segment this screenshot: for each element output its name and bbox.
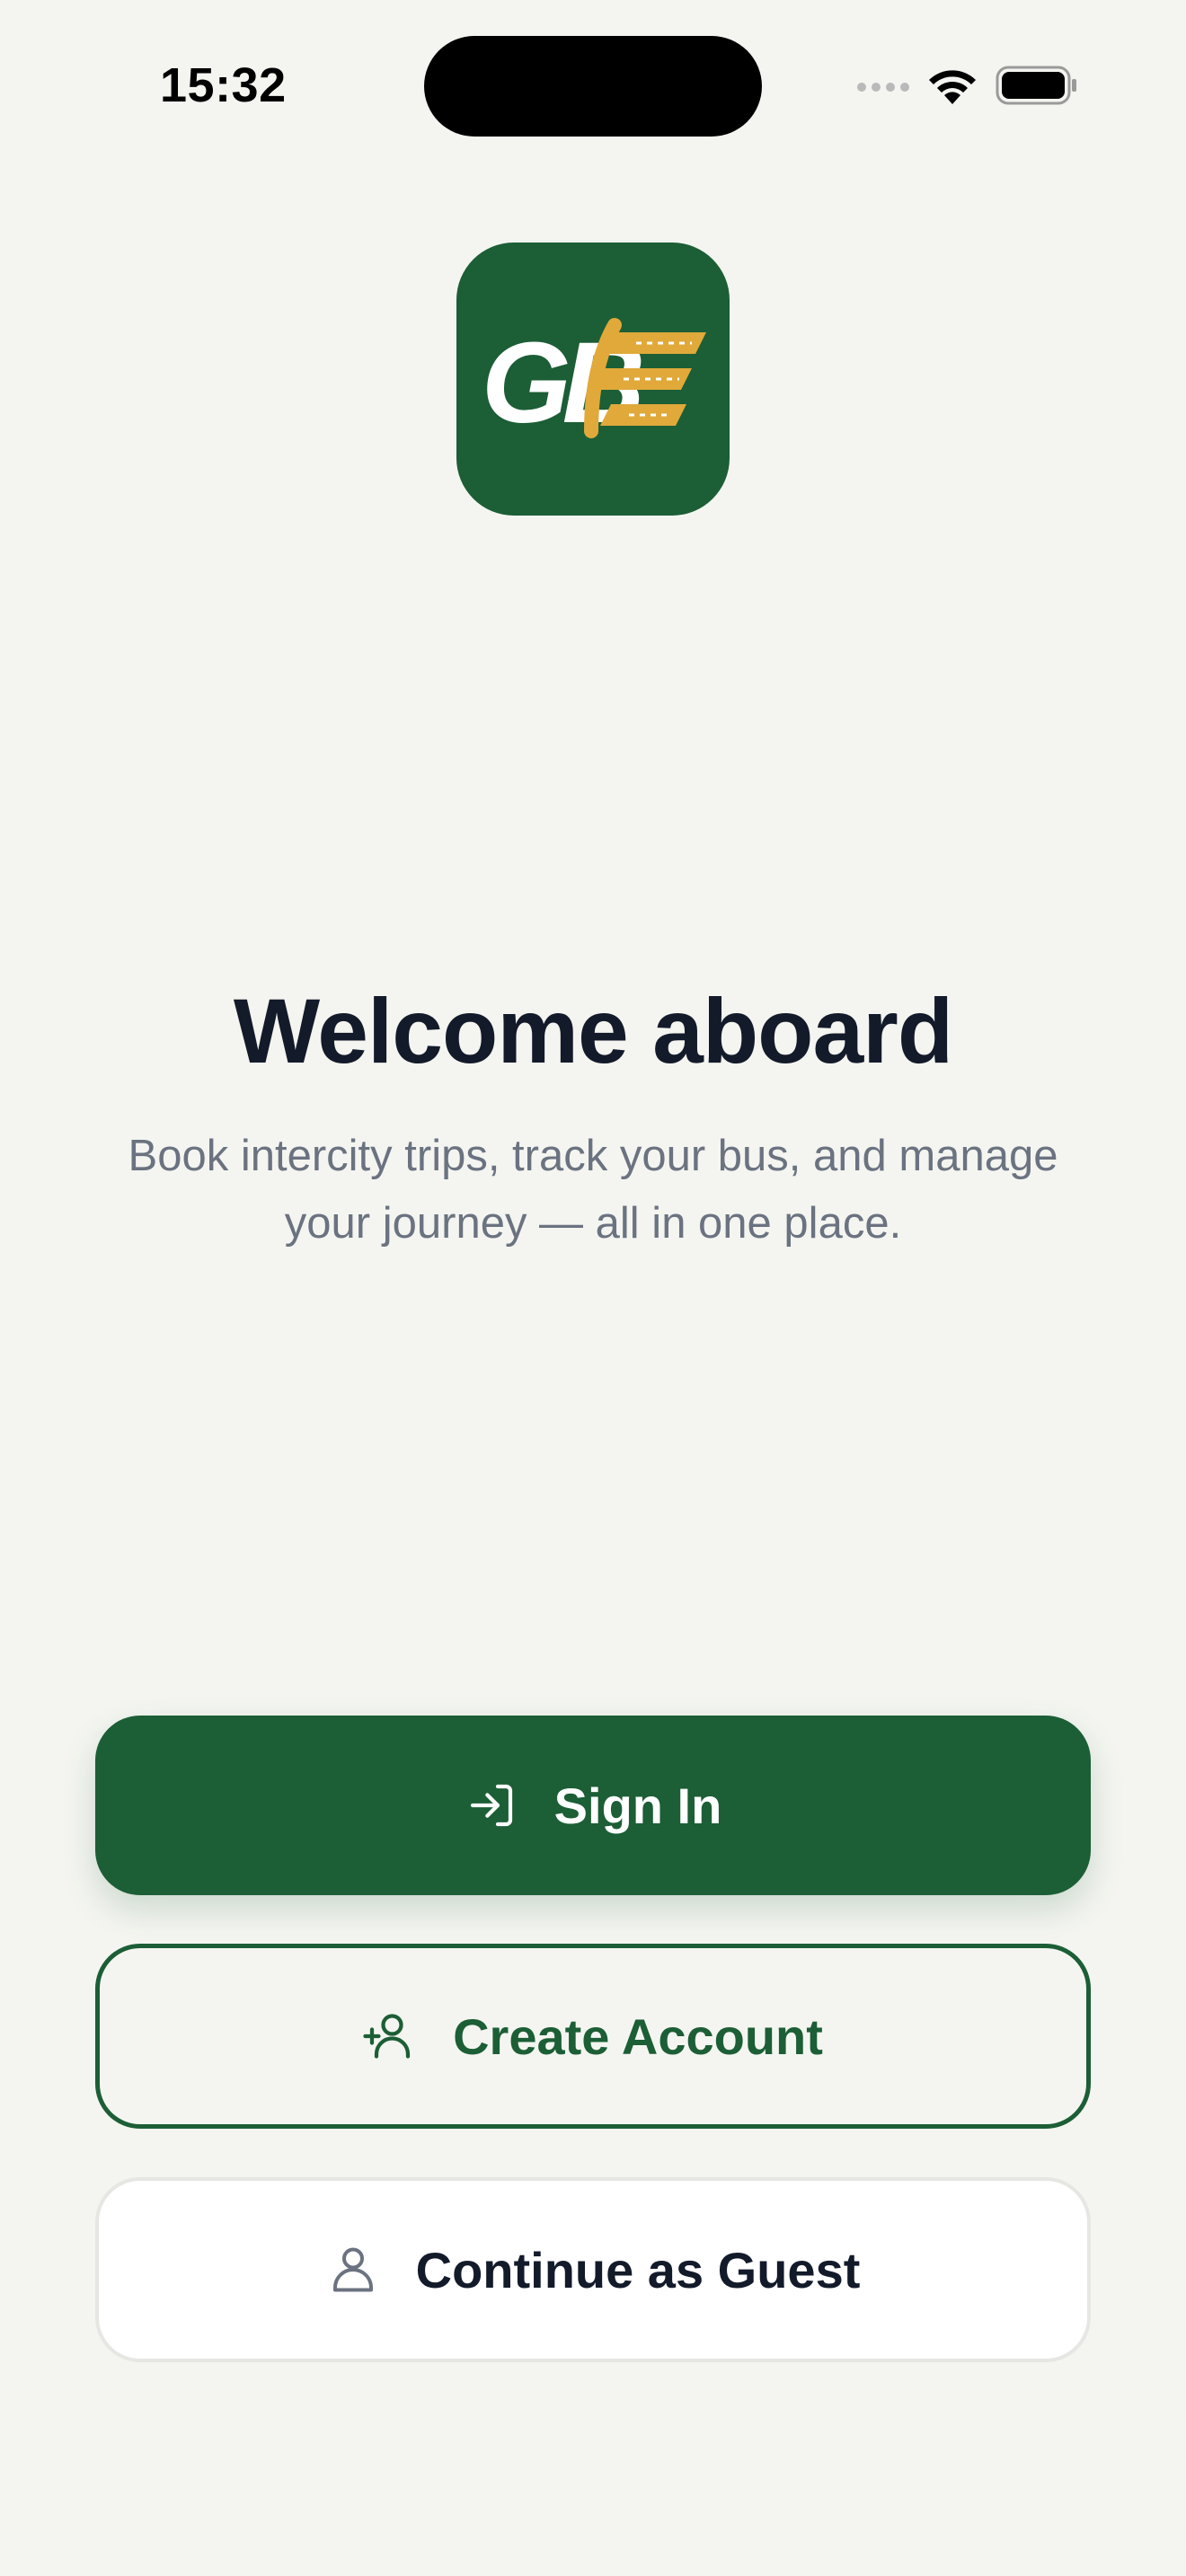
status-time: 15:32 [160, 58, 287, 112]
create-account-button[interactable]: Create Account [95, 1944, 1091, 2129]
cellular-signal-icon [857, 83, 909, 92]
sign-in-button[interactable]: Sign In [95, 1716, 1091, 1895]
road-stripes-icon [584, 318, 706, 438]
welcome-subtitle: Book intercity trips, track your bus, an… [90, 1123, 1096, 1257]
page-title: Welcome aboard [233, 980, 953, 1082]
sign-in-label: Sign In [553, 1777, 722, 1834]
add-user-icon [363, 2009, 417, 2063]
subtitle-line-2: your journey — all in one place. [284, 1199, 902, 1248]
status-indicators [857, 65, 1078, 110]
wifi-icon [925, 65, 979, 110]
sign-in-icon [465, 1778, 518, 1832]
welcome-screen: 15:32 GB Welcome aboard Book intercity t… [0, 0, 1186, 2576]
continue-as-guest-label: Continue as Guest [415, 2241, 861, 2298]
continue-as-guest-button[interactable]: Continue as Guest [95, 2177, 1091, 2362]
user-icon [326, 2243, 380, 2297]
subtitle-line-1: Book intercity trips, track your bus, an… [128, 1132, 1058, 1180]
battery-icon [996, 65, 1078, 110]
app-logo: GB [456, 243, 730, 516]
dynamic-island [424, 36, 762, 137]
create-account-label: Create Account [453, 2007, 823, 2065]
